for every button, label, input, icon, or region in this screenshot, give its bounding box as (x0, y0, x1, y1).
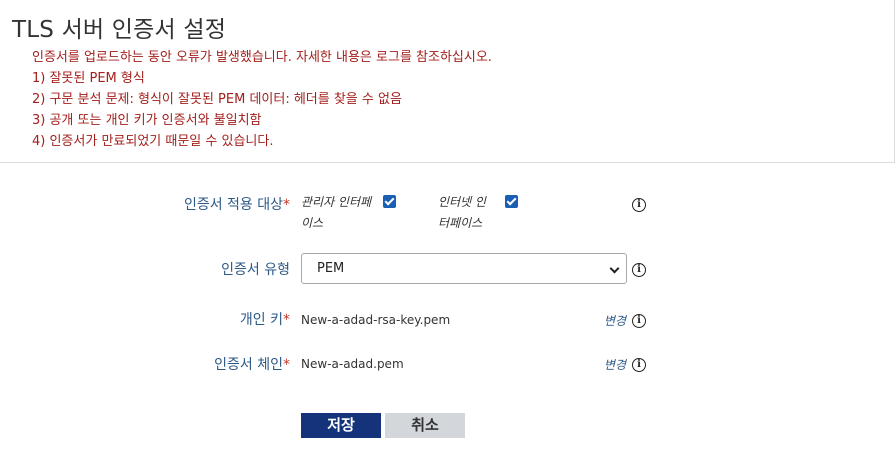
error-item: 2) 구문 분석 문제: 형식이 잘못된 PEM 데이터: 헤더를 찾을 수 없… (32, 92, 402, 107)
required-mark: * (283, 197, 290, 213)
private-key-label: 개인 키* (239, 312, 290, 328)
error-item: 3) 공개 또는 개인 키가 인증서와 불일치함 (32, 113, 262, 128)
error-messages: 인증서를 업로드하는 동안 오류가 발생했습니다. 자세한 내용은 로그를 참조… (32, 47, 492, 152)
certificate-type-value: PEM (317, 261, 345, 276)
save-button[interactable]: 저장 (301, 413, 381, 438)
required-mark: * (283, 312, 290, 328)
internet-interface-option: 인터넷 인 터페이스 (438, 192, 486, 234)
info-icon[interactable]: i (632, 263, 646, 277)
internet-interface-label-line1: 인터넷 인 (438, 195, 486, 209)
certificate-type-select[interactable]: PEM (301, 253, 627, 284)
section-divider (0, 162, 895, 163)
private-key-filename: New-a-adad-rsa-key.pem (301, 313, 451, 327)
admin-interface-label-line2: 이스 (301, 216, 324, 230)
error-summary: 인증서를 업로드하는 동안 오류가 발생했습니다. 자세한 내용은 로그를 참조… (32, 50, 492, 65)
internet-interface-checkbox[interactable] (505, 195, 518, 208)
type-label: 인증서 유형 (221, 262, 290, 278)
info-icon[interactable]: i (632, 198, 646, 212)
change-certificate-chain-link[interactable]: 변경 (604, 356, 626, 373)
error-item: 1) 잘못된 PEM 형식 (32, 71, 145, 86)
admin-interface-checkbox[interactable] (383, 195, 396, 208)
admin-interface-label-line1: 관리자 인터페 (301, 195, 372, 209)
cancel-button[interactable]: 취소 (385, 413, 465, 438)
chevron-down-icon (609, 263, 620, 274)
certificate-chain-filename: New-a-adad.pem (301, 357, 404, 371)
change-private-key-link[interactable]: 변경 (604, 312, 626, 329)
required-mark: * (283, 357, 290, 373)
apply-to-label: 인증서 적용 대상* (183, 197, 290, 213)
error-item: 4) 인증서가 만료되었기 때문일 수 있습니다. (32, 134, 274, 149)
info-icon[interactable]: i (632, 314, 646, 328)
info-icon[interactable]: i (632, 358, 646, 372)
page-title: TLS 서버 인증서 설정 (12, 17, 227, 43)
admin-interface-option: 관리자 인터페 이스 (301, 192, 371, 234)
certificate-chain-label: 인증서 체인* (214, 357, 290, 373)
internet-interface-label-line2: 터페이스 (438, 216, 483, 230)
